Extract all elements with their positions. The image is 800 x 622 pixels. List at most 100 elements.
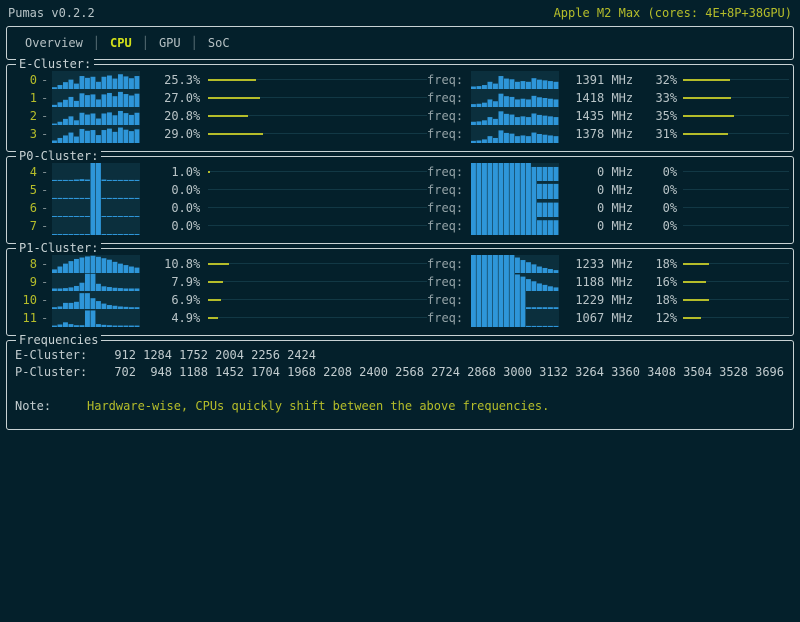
cpu-frequency-group: freq:0 MHz0% xyxy=(427,163,789,181)
frequency-value: 2004 xyxy=(215,347,244,364)
frequency-value: 3264 xyxy=(575,364,604,381)
cpu-frequency-group: freq:1067 MHz12% xyxy=(427,309,789,327)
cpu-usage-group: 11-4.9% xyxy=(11,309,427,327)
cpu-frequency-group: freq:0 MHz0% xyxy=(427,199,789,217)
cpu-frequency-group: freq:1378 MHz31% xyxy=(427,125,789,143)
cluster-rows: 4-1.0%freq:0 MHz0%5-0.0%freq:0 MHz0%6-0.… xyxy=(11,163,789,235)
cluster-rows: 0-25.3%freq:1391 MHz32%1-27.0%freq:1418 … xyxy=(11,71,789,143)
cpu-core-row: 1-27.0%freq:1418 MHz33% xyxy=(11,89,789,107)
cpu-frequency-gauge-fill xyxy=(683,317,700,319)
cpu-frequency-percent: 0% xyxy=(643,181,683,199)
cpu-frequency-label: freq: xyxy=(427,255,471,273)
cpu-usage-percent: 27.0% xyxy=(140,89,208,107)
cpu-frequency-gauge xyxy=(683,199,789,217)
frequency-value: 3696 xyxy=(755,364,784,381)
cpu-frequency-group: freq:1188 MHz16% xyxy=(427,273,789,291)
cpu-frequency-gauge xyxy=(683,255,789,273)
cpu-usage-gauge xyxy=(208,71,427,89)
cpu-usage-gauge xyxy=(208,217,427,235)
cpu-core-id: 5 xyxy=(11,181,41,199)
frequency-value: 3360 xyxy=(611,364,640,381)
frequency-value: 3000 xyxy=(503,364,532,381)
cpu-frequency-sparkline xyxy=(471,291,559,309)
cpu-usage-gauge xyxy=(208,89,427,107)
frequency-value: 912 xyxy=(107,347,136,364)
cpu-frequency-sparkline xyxy=(471,199,559,217)
cpu-frequency-percent: 33% xyxy=(643,89,683,107)
cpu-frequency-gauge-track xyxy=(683,189,789,190)
cpu-frequency-percent: 0% xyxy=(643,217,683,235)
cpu-usage-gauge-track xyxy=(208,189,427,190)
cpu-usage-gauge-fill xyxy=(208,281,223,283)
cpu-usage-gauge xyxy=(208,255,427,273)
cpu-usage-gauge-track xyxy=(208,225,427,226)
cpu-core-row: 6-0.0%freq:0 MHz0% xyxy=(11,199,789,217)
cluster-panel-p0-cluster: P0-Cluster:4-1.0%freq:0 MHz0%5-0.0%freq:… xyxy=(6,156,794,244)
frequency-value: 948 xyxy=(143,364,172,381)
tab-bar: Overview│CPU│GPU│SoC xyxy=(7,27,793,59)
cpu-usage-gauge-fill xyxy=(208,115,248,117)
cpu-frequency-mhz: 0 MHz xyxy=(559,181,643,199)
note-line: Note: Hardware-wise, CPUs quickly shift … xyxy=(15,398,785,415)
cluster-panel-e-cluster: E-Cluster:0-25.3%freq:1391 MHz32%1-27.0%… xyxy=(6,64,794,152)
pumas-app-window: Pumas v0.2.2 Apple M2 Max (cores: 4E+8P+… xyxy=(0,0,800,622)
cpu-frequency-label: freq: xyxy=(427,125,471,143)
tab-gpu[interactable]: GPU xyxy=(150,36,190,50)
cpu-frequency-label: freq: xyxy=(427,163,471,181)
cpu-frequency-group: freq:1435 MHz35% xyxy=(427,107,789,125)
tab-separator: │ xyxy=(190,36,199,50)
cpu-core-row: 8-10.8%freq:1233 MHz18% xyxy=(11,255,789,273)
cpu-core-id: 7 xyxy=(11,217,41,235)
cpu-usage-group: 9-7.9% xyxy=(11,273,427,291)
cpu-usage-gauge-track xyxy=(208,317,427,318)
cpu-frequency-gauge xyxy=(683,181,789,199)
cpu-frequency-mhz: 1391 MHz xyxy=(559,71,643,89)
cpu-usage-gauge xyxy=(208,309,427,327)
tab-cpu[interactable]: CPU xyxy=(101,36,141,50)
cpu-usage-percent: 0.0% xyxy=(140,199,208,217)
frequency-value: 2256 xyxy=(251,347,280,364)
cpu-usage-gauge-fill xyxy=(208,133,263,135)
cpu-frequency-percent: 0% xyxy=(643,163,683,181)
cpu-row-dash: - xyxy=(41,89,52,107)
cpu-frequency-label: freq: xyxy=(427,107,471,125)
cpu-usage-sparkline xyxy=(52,89,140,107)
cpu-usage-group: 7-0.0% xyxy=(11,217,427,235)
cpu-core-id: 8 xyxy=(11,255,41,273)
cpu-usage-sparkline xyxy=(52,217,140,235)
cpu-usage-group: 5-0.0% xyxy=(11,181,427,199)
cpu-frequency-percent: 18% xyxy=(643,291,683,309)
cpu-row-dash: - xyxy=(41,273,52,291)
tab-soc[interactable]: SoC xyxy=(199,36,239,50)
cpu-frequency-percent: 31% xyxy=(643,125,683,143)
cpu-frequency-mhz: 1229 MHz xyxy=(559,291,643,309)
cpu-frequency-sparkline xyxy=(471,163,559,181)
cpu-frequency-gauge-fill xyxy=(683,263,709,265)
tab-overview[interactable]: Overview xyxy=(16,36,92,50)
cpu-frequency-gauge-fill xyxy=(683,299,709,301)
cpu-frequency-mhz: 1188 MHz xyxy=(559,273,643,291)
frequency-value: 1284 xyxy=(143,347,172,364)
cpu-frequency-label: freq: xyxy=(427,71,471,89)
p-cluster-frequency-values: 7029481188145217041968220824002568272428… xyxy=(107,364,791,381)
cpu-usage-group: 3-29.0% xyxy=(11,125,427,143)
cpu-frequency-sparkline xyxy=(471,89,559,107)
cpu-frequency-mhz: 1435 MHz xyxy=(559,107,643,125)
cluster-panel-title: P0-Cluster: xyxy=(16,149,101,163)
cpu-frequency-gauge xyxy=(683,107,789,125)
cpu-frequency-mhz: 0 MHz xyxy=(559,199,643,217)
cpu-frequency-gauge-fill xyxy=(683,281,706,283)
cpu-usage-gauge-fill xyxy=(208,317,217,319)
cpu-frequency-sparkline xyxy=(471,255,559,273)
frequency-value: 1188 xyxy=(179,364,208,381)
cpu-usage-sparkline xyxy=(52,71,140,89)
cpu-core-row: 3-29.0%freq:1378 MHz31% xyxy=(11,125,789,143)
frequency-value: 2568 xyxy=(395,364,424,381)
cpu-frequency-group: freq:0 MHz0% xyxy=(427,217,789,235)
cpu-row-dash: - xyxy=(41,125,52,143)
cpu-row-dash: - xyxy=(41,107,52,125)
cpu-usage-percent: 6.9% xyxy=(140,291,208,309)
cpu-frequency-gauge xyxy=(683,89,789,107)
cpu-core-row: 9-7.9%freq:1188 MHz16% xyxy=(11,273,789,291)
tab-bar-panel: Overview│CPU│GPU│SoC xyxy=(6,26,794,60)
